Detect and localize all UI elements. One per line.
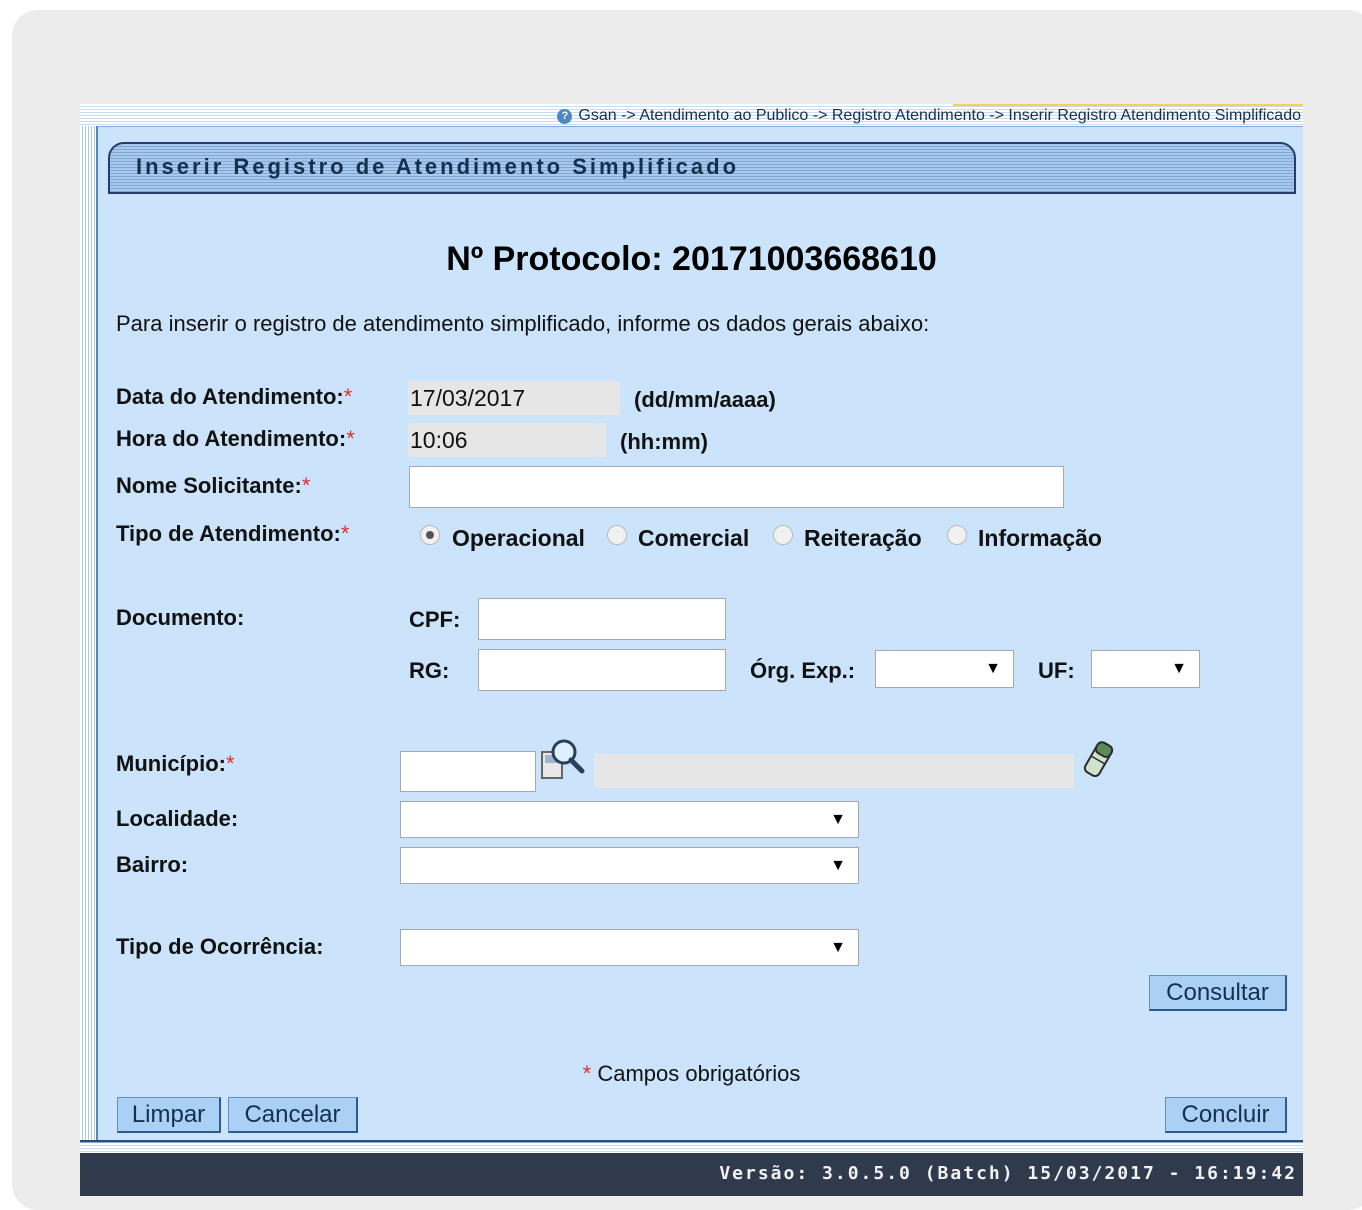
municipio-code-input[interactable] xyxy=(400,751,536,792)
dropdown-arrow-icon: ▼ xyxy=(830,856,846,874)
org-exp-label: Órg. Exp.: xyxy=(750,658,856,683)
documento-label: Documento: xyxy=(116,605,245,630)
data-atendimento-label-text: Data do Atendimento: xyxy=(116,384,344,409)
instruction-text: Para inserir o registro de atendimento s… xyxy=(116,311,930,336)
tipo-ocorrencia-select[interactable]: ▼ xyxy=(400,929,859,966)
magnifier-icon[interactable] xyxy=(538,736,588,780)
nome-solicitante-label: Nome Solicitante:* xyxy=(116,473,310,499)
localidade-label: Localidade: xyxy=(116,806,239,831)
data-atendimento-label: Data do Atendimento:* xyxy=(116,384,352,410)
required-marker: * xyxy=(340,521,350,546)
hora-format-hint: (hh:mm) xyxy=(620,429,708,454)
required-fields-note: * Campos obrigatórios xyxy=(80,1061,1303,1087)
bairro-label: Bairro: xyxy=(116,852,189,877)
municipio-label-text: Município: xyxy=(116,751,226,776)
cpf-input[interactable] xyxy=(478,598,726,640)
app-window: ? Gsan -> Atendimento ao Publico -> Regi… xyxy=(80,104,1303,1196)
required-note-text: Campos obrigatórios xyxy=(597,1061,801,1086)
tipo-ocorrencia-label: Tipo de Ocorrência: xyxy=(116,934,324,959)
tipo-atendimento-label-text: Tipo de Atendimento: xyxy=(116,521,341,546)
dropdown-arrow-icon: ▼ xyxy=(830,938,846,956)
data-atendimento-field[interactable]: 17/03/2017 xyxy=(408,381,620,415)
radio-comercial[interactable] xyxy=(607,525,627,545)
nome-solicitante-input[interactable] xyxy=(409,466,1064,508)
radio-operacional-label[interactable]: Operacional xyxy=(452,525,585,552)
bairro-select[interactable]: ▼ xyxy=(400,847,859,884)
municipio-name-field xyxy=(594,754,1074,788)
data-format-hint: (dd/mm/aaaa) xyxy=(634,387,776,412)
required-marker: * xyxy=(301,473,311,498)
consultar-button[interactable]: Consultar xyxy=(1149,975,1287,1011)
radio-reiteracao[interactable] xyxy=(773,525,793,545)
radio-reiteracao-label[interactable]: Reiteração xyxy=(804,525,922,552)
nome-solicitante-label-text: Nome Solicitante: xyxy=(116,473,302,498)
cpf-label: CPF: xyxy=(409,607,461,632)
municipio-label: Município:* xyxy=(116,751,235,777)
version-text: Versão: 3.0.5.0 (Batch) 15/03/2017 - 16:… xyxy=(719,1163,1297,1184)
hora-atendimento-field[interactable]: 10:06 xyxy=(408,423,606,457)
cancelar-button[interactable]: Cancelar xyxy=(228,1097,358,1133)
org-exp-select[interactable]: ▼ xyxy=(875,650,1014,688)
hora-atendimento-label: Hora do Atendimento:* xyxy=(116,426,355,452)
radio-operacional[interactable] xyxy=(420,525,440,545)
page-title-tab: Inserir Registro de Atendimento Simplifi… xyxy=(108,142,1296,194)
localidade-select[interactable]: ▼ xyxy=(400,801,859,838)
dropdown-arrow-icon: ▼ xyxy=(830,810,846,828)
radio-comercial-label[interactable]: Comercial xyxy=(638,525,749,552)
page-title: Inserir Registro de Atendimento Simplifi… xyxy=(136,154,740,179)
tipo-atendimento-label: Tipo de Atendimento:* xyxy=(116,521,349,547)
eraser-icon[interactable] xyxy=(1080,738,1116,782)
dropdown-arrow-icon: ▼ xyxy=(1171,660,1187,677)
breadcrumb-text: Gsan -> Atendimento ao Publico -> Regist… xyxy=(578,107,1301,124)
rg-input[interactable] xyxy=(478,649,726,691)
concluir-button[interactable]: Concluir xyxy=(1165,1097,1287,1133)
limpar-button[interactable]: Limpar xyxy=(117,1097,221,1133)
required-marker: * xyxy=(225,751,235,776)
required-marker: * xyxy=(343,384,353,409)
required-marker: * xyxy=(582,1061,592,1086)
help-icon[interactable]: ? xyxy=(557,108,573,124)
radio-informacao-label[interactable]: Informação xyxy=(978,525,1102,552)
breadcrumb-bar: ? Gsan -> Atendimento ao Publico -> Regi… xyxy=(80,104,1303,127)
dropdown-arrow-icon: ▼ xyxy=(985,660,1001,677)
hora-atendimento-label-text: Hora do Atendimento: xyxy=(116,426,347,451)
uf-label: UF: xyxy=(1038,658,1075,683)
radio-informacao[interactable] xyxy=(947,525,967,545)
required-marker: * xyxy=(346,426,355,451)
breadcrumb-accent xyxy=(953,104,1303,106)
protocol-number: Nº Protocolo: 20171003668610 xyxy=(446,240,937,278)
rg-label: RG: xyxy=(409,658,450,683)
breadcrumb: ? Gsan -> Atendimento ao Publico -> Regi… xyxy=(557,107,1301,125)
uf-select[interactable]: ▼ xyxy=(1091,650,1200,688)
footer-bar: Versão: 3.0.5.0 (Batch) 15/03/2017 - 16:… xyxy=(80,1153,1303,1196)
